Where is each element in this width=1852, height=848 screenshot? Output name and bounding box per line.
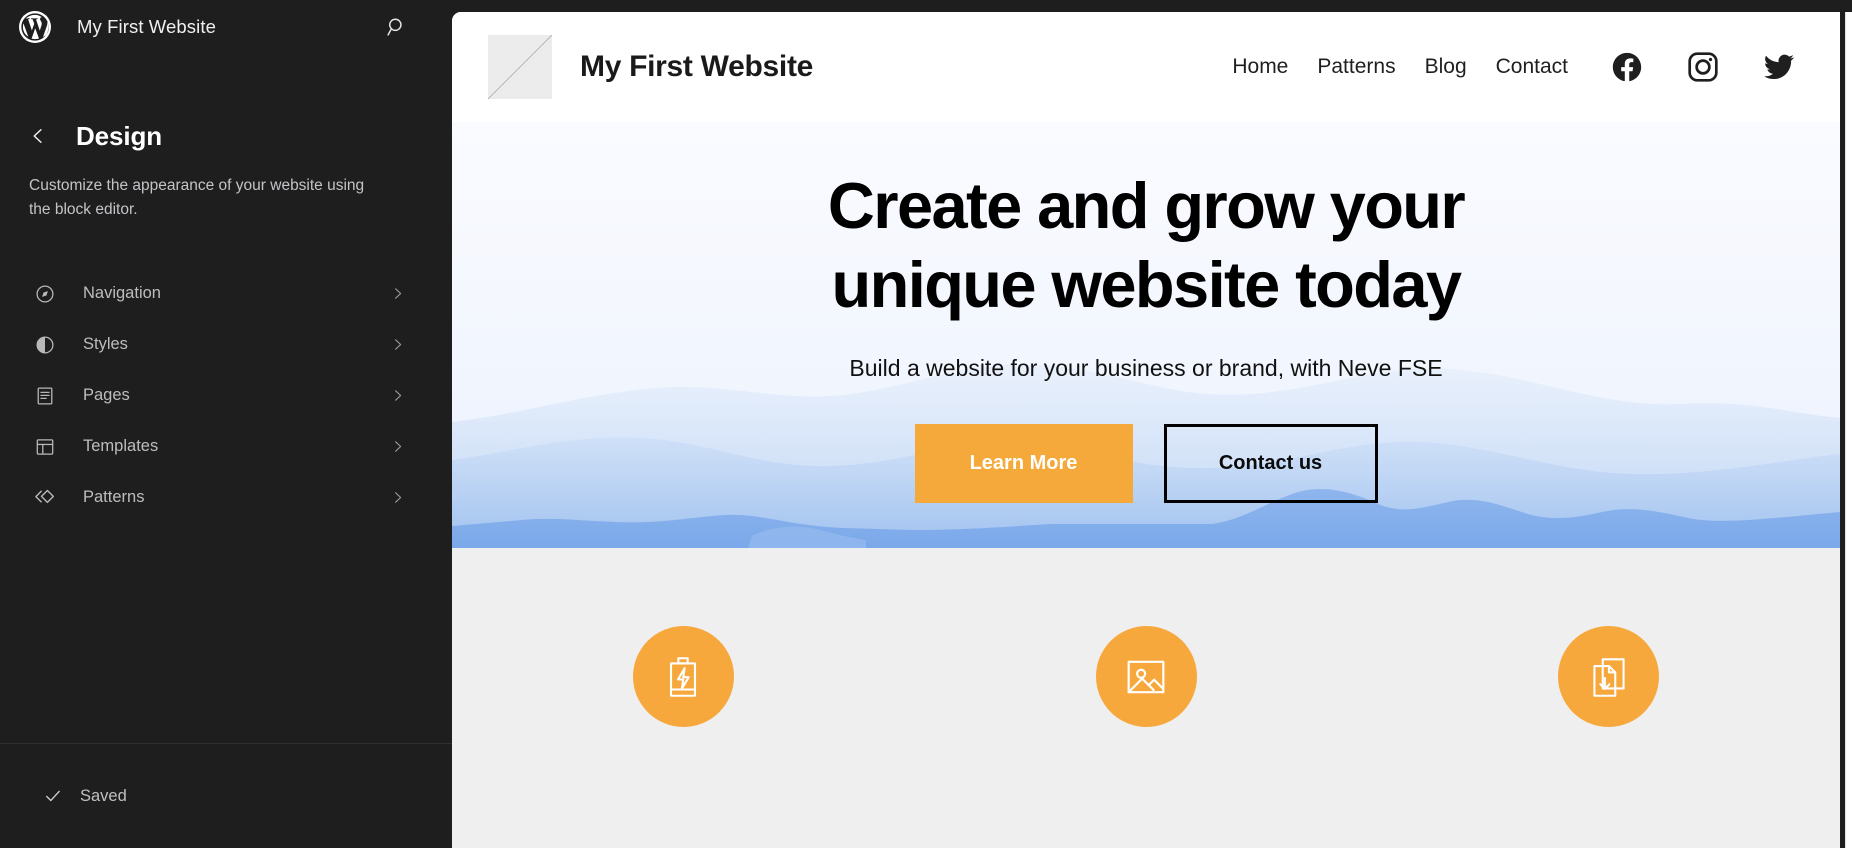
facebook-icon[interactable] <box>1610 50 1644 84</box>
sidebar-nav-list: Navigation Styles Pages Templates Patter… <box>0 268 452 523</box>
chevron-right-icon <box>386 283 408 305</box>
nav-link-home[interactable]: Home <box>1232 55 1288 79</box>
sidebar-item-styles[interactable]: Styles <box>28 319 428 370</box>
nav-link-blog[interactable]: Blog <box>1425 55 1467 79</box>
social-links <box>1610 50 1796 84</box>
sidebar-item-patterns[interactable]: Patterns <box>28 472 428 523</box>
contact-us-button[interactable]: Contact us <box>1163 423 1378 503</box>
sidebar-item-templates[interactable]: Templates <box>28 421 428 472</box>
checkmark-icon <box>42 785 64 807</box>
chevron-right-icon <box>386 487 408 509</box>
nav-link-patterns[interactable]: Patterns <box>1317 55 1395 79</box>
sidebar-item-label: Navigation <box>83 284 161 303</box>
chevron-right-icon <box>386 334 408 356</box>
admin-site-title: My First Website <box>77 16 216 37</box>
wordpress-logo-icon[interactable] <box>18 10 52 44</box>
features-section[interactable] <box>452 548 1840 848</box>
save-status-button[interactable]: Saved <box>42 785 127 807</box>
preview-site-header: My First Website Home Patterns Blog Cont… <box>452 12 1840 122</box>
site-editor-app: My First Website Design Customize the ap… <box>0 0 1852 848</box>
sidebar-footer: Saved <box>0 743 452 848</box>
hero-buttons: Learn More Contact us <box>914 423 1378 503</box>
site-logo-placeholder-icon[interactable] <box>488 35 552 99</box>
chevron-left-icon[interactable] <box>22 120 54 152</box>
sidebar-item-label: Templates <box>83 437 159 456</box>
search-icon[interactable] <box>379 9 415 45</box>
editor-sidebar: My First Website Design Customize the ap… <box>0 0 452 848</box>
hero-subtitle[interactable]: Build a website for your business or bra… <box>849 355 1442 382</box>
stacked-diamonds-icon <box>32 485 58 511</box>
feature-item[interactable] <box>1377 626 1840 727</box>
sidebar-item-label: Styles <box>83 335 128 354</box>
chevron-right-icon <box>386 385 408 407</box>
sidebar-item-pages[interactable]: Pages <box>28 370 428 421</box>
site-preview-canvas[interactable]: My First Website Home Patterns Blog Cont… <box>452 12 1840 848</box>
preview-site-title[interactable]: My First Website <box>580 50 813 84</box>
sidebar-item-navigation[interactable]: Navigation <box>28 268 428 319</box>
hero-content: Create and grow your unique website toda… <box>452 122 1840 503</box>
feature-item[interactable] <box>915 626 1378 727</box>
panel-header: Design <box>0 120 452 152</box>
compass-icon <box>32 281 58 307</box>
documents-download-icon <box>1558 626 1660 727</box>
battery-lightning-icon <box>632 626 734 727</box>
hero-title[interactable]: Create and grow your unique website toda… <box>756 166 1536 325</box>
editor-canvas-area: My First Website Home Patterns Blog Cont… <box>452 0 1852 848</box>
panel-description: Customize the appearance of your website… <box>29 177 365 219</box>
sidebar-item-label: Patterns <box>83 488 145 507</box>
status-badge: Saved <box>80 786 127 805</box>
page-title: Design <box>76 120 163 151</box>
contrast-half-circle-icon <box>32 332 58 358</box>
sidebar-item-label: Pages <box>83 386 130 405</box>
canvas-scrollbar[interactable] <box>1845 12 1852 848</box>
learn-more-button[interactable]: Learn More <box>914 423 1133 503</box>
sidebar-top-bar: My First Website <box>0 0 452 54</box>
layout-template-icon <box>32 434 58 460</box>
feature-item[interactable] <box>452 626 915 727</box>
preview-primary-nav: Home Patterns Blog Contact <box>1232 55 1568 79</box>
image-placeholder-icon <box>1095 626 1197 727</box>
hero-section[interactable]: Create and grow your unique website toda… <box>452 122 1840 548</box>
chevron-right-icon <box>386 436 408 458</box>
twitter-icon[interactable] <box>1762 50 1796 84</box>
page-lines-icon <box>32 383 58 409</box>
nav-link-contact[interactable]: Contact <box>1496 55 1568 79</box>
instagram-icon[interactable] <box>1686 50 1720 84</box>
